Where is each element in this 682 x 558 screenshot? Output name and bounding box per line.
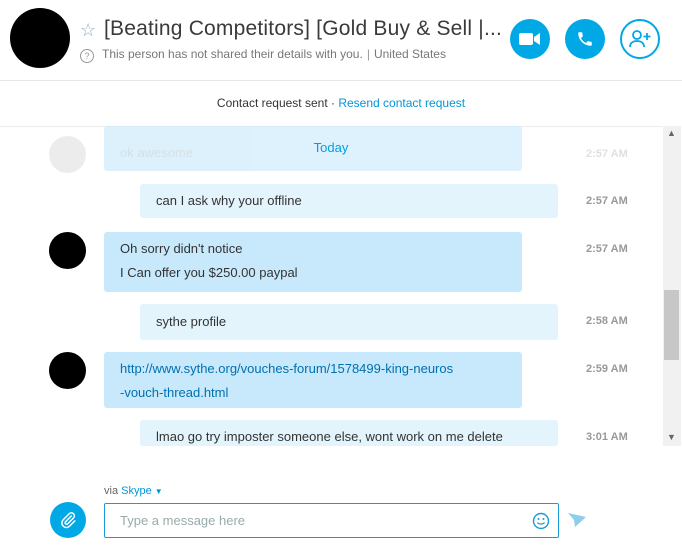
message-time: 2:58 AM (586, 315, 628, 327)
emoji-icon[interactable] (532, 512, 550, 530)
voice-call-button[interactable] (565, 19, 605, 59)
help-icon: ? (80, 49, 94, 63)
send-icon[interactable] (568, 513, 586, 527)
request-status-text: Contact request sent · (216, 96, 339, 110)
service-name: Skype (121, 485, 152, 497)
contact-title[interactable]: [Beating Competitors] [Gold Buy & Sell |… (104, 17, 502, 41)
message-time: 2:57 AM (586, 195, 628, 207)
conversation-header: ☆ [Beating Competitors] [Gold Buy & Sell… (0, 0, 682, 81)
message-input[interactable]: Type a message here (104, 503, 559, 538)
message-bubble[interactable]: Oh sorry didn't notice I Can offer you $… (104, 232, 522, 292)
chevron-down-icon: ▼ (154, 487, 163, 496)
contact-location: United States (373, 47, 446, 61)
scroll-up-icon[interactable]: ▲ (667, 128, 676, 138)
sender-avatar[interactable] (49, 232, 86, 269)
divider: | (366, 47, 370, 61)
resend-request-link[interactable]: Resend contact request (338, 96, 465, 110)
paperclip-icon (61, 512, 76, 529)
sender-avatar[interactable] (49, 352, 86, 389)
day-separator: Today (313, 140, 349, 155)
message-link[interactable]: http://www.sythe.org/vouches-forum/15784… (120, 357, 506, 381)
message-text: sythe profile (156, 314, 227, 329)
video-call-button[interactable] (510, 19, 550, 59)
chat-scrollbar[interactable] (663, 126, 681, 446)
star-icon[interactable]: ☆ (80, 20, 96, 41)
contact-subline: ? This person has not shared their detail… (80, 47, 446, 63)
message-text: can I ask why your offline (156, 193, 302, 208)
message-time: 3:01 AM (586, 431, 628, 443)
message-link[interactable]: -vouch-thread.html (120, 381, 506, 405)
message-time: 2:57 AM (586, 243, 628, 255)
scrollbar-thumb[interactable] (664, 290, 679, 360)
message-bubble[interactable]: can I ask why your offline (140, 184, 558, 218)
contact-status: This person has not shared their details… (102, 47, 363, 61)
phone-icon (578, 32, 592, 46)
message-text: I Can offer you $250.00 paypal (120, 265, 298, 280)
message-time: 2:59 AM (586, 363, 628, 375)
add-contact-icon (629, 30, 651, 48)
message-text: Oh sorry didn't notice (120, 241, 243, 256)
contact-request-notice: Contact request sent · Resend contact re… (0, 96, 682, 110)
message-text: lmao go try imposter someone else, wont … (156, 429, 503, 444)
message-bubble[interactable]: lmao go try imposter someone else, wont … (140, 420, 558, 446)
contact-avatar[interactable] (10, 8, 70, 68)
service-selector[interactable]: Skype ▼ (121, 485, 163, 497)
via-label: via (104, 485, 119, 497)
scroll-down-icon[interactable]: ▼ (667, 432, 676, 442)
send-via: via Skype ▼ (104, 485, 163, 497)
add-contact-button[interactable] (620, 19, 660, 59)
message-bubble[interactable]: http://www.sythe.org/vouches-forum/15784… (104, 352, 522, 408)
message-bubble[interactable]: sythe profile (140, 304, 558, 340)
attach-button[interactable] (50, 502, 86, 538)
video-call-icon (519, 33, 540, 45)
